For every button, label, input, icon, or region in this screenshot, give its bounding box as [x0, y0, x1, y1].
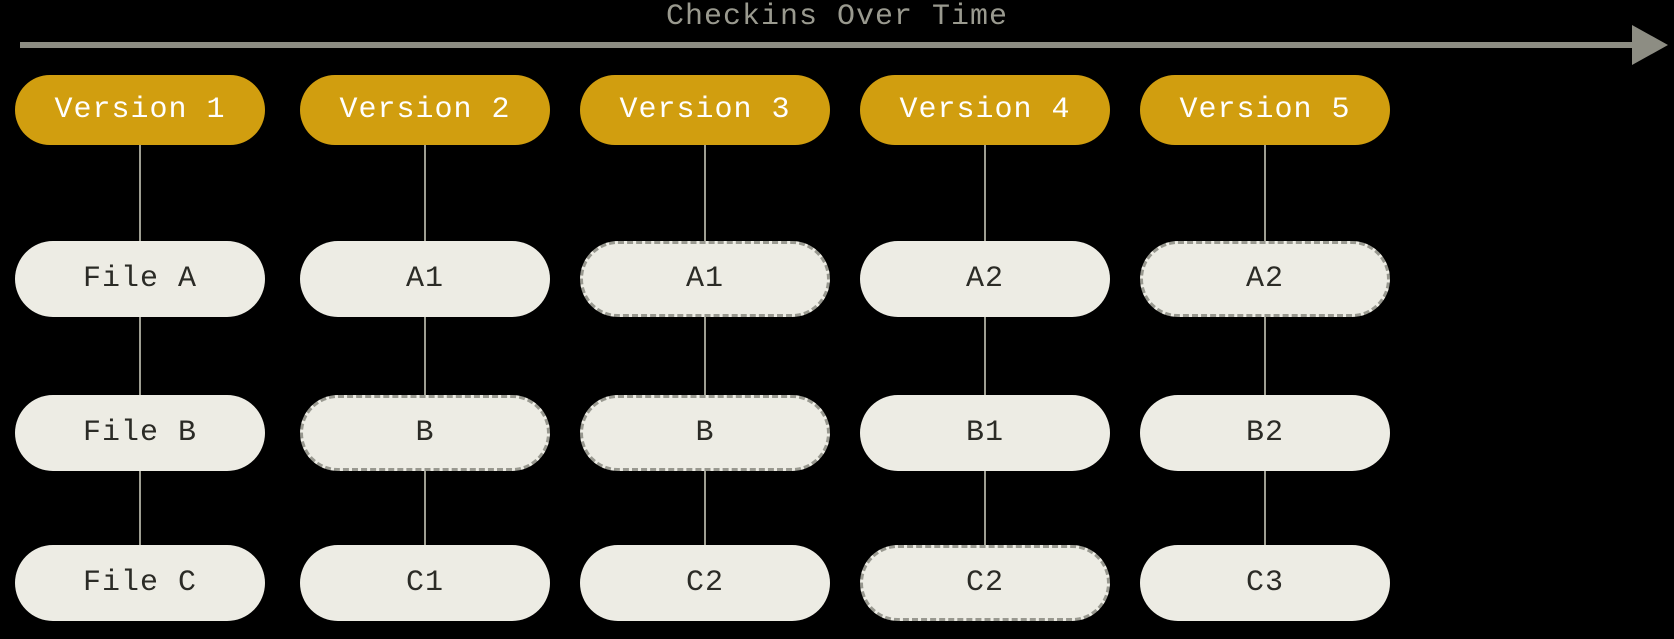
file-pill: File C [15, 545, 265, 621]
file-pill: C2 [860, 545, 1110, 621]
file-pill: B [580, 395, 830, 471]
version-pill: Version 1 [15, 75, 265, 145]
file-pill: B [300, 395, 550, 471]
timeline-arrow-head-icon [1632, 25, 1668, 65]
version-pill: Version 5 [1140, 75, 1390, 145]
column-connector [704, 145, 706, 583]
version-pill: Version 4 [860, 75, 1110, 145]
file-pill: C1 [300, 545, 550, 621]
version-pill: Version 2 [300, 75, 550, 145]
column-connector [1264, 145, 1266, 583]
timeline-title: Checkins Over Time [0, 0, 1674, 34]
file-pill: A2 [860, 241, 1110, 317]
file-pill: C3 [1140, 545, 1390, 621]
file-pill: A1 [300, 241, 550, 317]
version-pill: Version 3 [580, 75, 830, 145]
file-pill: B1 [860, 395, 1110, 471]
column-connector [139, 145, 141, 583]
file-pill: File A [15, 241, 265, 317]
file-pill: B2 [1140, 395, 1390, 471]
file-pill: A2 [1140, 241, 1390, 317]
column-connector [984, 145, 986, 583]
file-pill: C2 [580, 545, 830, 621]
file-pill: File B [15, 395, 265, 471]
file-pill: A1 [580, 241, 830, 317]
diagram-stage: Checkins Over Time Version 1 File A File B… [0, 0, 1674, 639]
column-connector [424, 145, 426, 583]
timeline-arrow-shaft [20, 42, 1634, 48]
